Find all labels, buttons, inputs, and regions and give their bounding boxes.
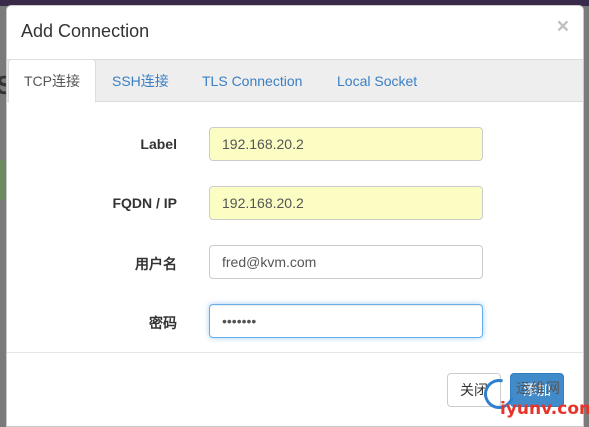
fqdn-field-label: FQDN / IP xyxy=(112,195,177,211)
form-row-username: 用户名 xyxy=(7,245,583,281)
username-field-label: 用户名 xyxy=(135,256,177,272)
label-field-label: Label xyxy=(140,136,177,152)
username-field[interactable] xyxy=(209,245,483,279)
password-field-label: 密码 xyxy=(149,315,177,331)
dialog-header: Add Connection × xyxy=(7,6,583,58)
form-row-fqdn: FQDN / IP xyxy=(7,186,583,222)
close-icon[interactable]: × xyxy=(557,16,569,37)
form-row-password: 密码 xyxy=(7,304,583,340)
footer-divider xyxy=(7,352,583,353)
add-connection-dialog: Add Connection × TCP连接 SSH连接 TLS Connect… xyxy=(6,5,584,427)
connection-type-tabs: TCP连接 SSH连接 TLS Connection Local Socket xyxy=(7,59,583,103)
tab-local-socket[interactable]: Local Socket xyxy=(322,60,432,103)
close-button[interactable]: 关闭 xyxy=(447,373,501,407)
tab-tcp[interactable]: TCP连接 xyxy=(8,59,96,103)
dialog-title: Add Connection xyxy=(21,21,150,41)
tab-ssh[interactable]: SSH连接 xyxy=(97,60,184,103)
password-field[interactable] xyxy=(209,304,483,338)
label-field[interactable] xyxy=(209,127,483,161)
form-row-label: Label xyxy=(7,127,583,163)
add-button[interactable]: 添加 xyxy=(510,373,564,407)
tab-tls[interactable]: TLS Connection xyxy=(187,60,317,103)
fqdn-field[interactable] xyxy=(209,186,483,220)
